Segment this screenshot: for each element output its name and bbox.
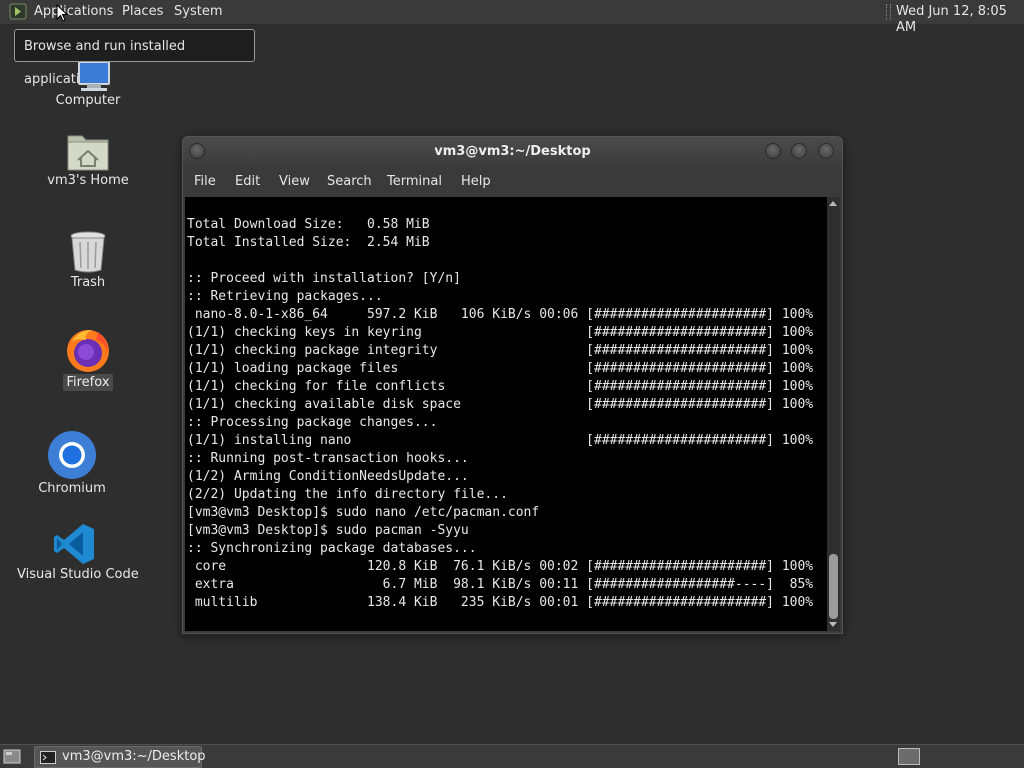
taskbar-button-terminal[interactable]: vm3@vm3:~/Desktop bbox=[34, 746, 206, 768]
terminal-line: [vm3@vm3 Desktop]$ sudo nano /etc/pacman… bbox=[187, 505, 540, 520]
menu-file[interactable]: File bbox=[194, 174, 216, 190]
vscode-icon bbox=[54, 524, 94, 564]
desktop-icon-home[interactable]: vm3's Home bbox=[43, 130, 133, 189]
terminal-line: [vm3@vm3 Desktop]$ sudo pacman -Syyu bbox=[187, 523, 469, 538]
computer-icon bbox=[78, 62, 110, 91]
window-titlebar[interactable]: vm3@vm3:~/Desktop bbox=[183, 137, 842, 167]
terminal-line: Total Download Size: 0.58 MiB bbox=[187, 217, 430, 232]
terminal-output[interactable]: Total Download Size: 0.58 MiB Total Inst… bbox=[185, 197, 827, 631]
desktop-icon-trash[interactable]: Trash bbox=[48, 230, 128, 291]
applications-menu[interactable]: Applications bbox=[34, 4, 113, 20]
menu-view[interactable]: View bbox=[279, 174, 310, 190]
desktop-icon-label: Trash bbox=[70, 275, 106, 290]
firefox-icon bbox=[67, 330, 109, 372]
scroll-up-arrow-icon[interactable] bbox=[829, 201, 837, 206]
terminal-line: :: Running post-transaction hooks... bbox=[187, 451, 469, 466]
home-folder-icon bbox=[67, 135, 109, 171]
terminal-icon bbox=[40, 751, 56, 764]
terminal-line: (2/2) Updating the info directory file..… bbox=[187, 487, 508, 502]
chromium-icon bbox=[48, 431, 96, 479]
top-panel: Applications Places System Wed Jun 12, 8… bbox=[0, 0, 1024, 35]
terminal-line: (1/1) loading package files [###########… bbox=[187, 361, 814, 376]
scroll-down-arrow-icon[interactable] bbox=[829, 622, 837, 627]
bottom-panel: vm3@vm3:~/Desktop bbox=[0, 744, 1024, 768]
terminal-window: vm3@vm3:~/Desktop File Edit View Search … bbox=[182, 136, 843, 634]
desktop-icon-firefox[interactable]: Firefox bbox=[48, 326, 128, 391]
close-button[interactable] bbox=[818, 143, 834, 159]
terminal-line: (1/1) checking package integrity [######… bbox=[187, 343, 814, 358]
maximize-button[interactable] bbox=[791, 143, 807, 159]
tooltip: Browse and run installed applications bbox=[14, 29, 255, 87]
terminal-line: core 120.8 KiB 76.1 KiB/s 00:02 [#######… bbox=[194, 559, 814, 574]
menu-search[interactable]: Search bbox=[327, 174, 372, 190]
terminal-line: :: Proceed with installation? [Y/n] bbox=[187, 271, 461, 286]
terminal-line: :: Retrieving packages... bbox=[187, 289, 383, 304]
terminal-scrollbar[interactable] bbox=[827, 197, 840, 631]
desktop-icon-computer[interactable]: Computer bbox=[48, 62, 128, 109]
places-menu[interactable]: Places bbox=[122, 4, 163, 20]
taskbar-button-label: vm3@vm3:~/Desktop bbox=[62, 749, 206, 764]
trash-icon bbox=[70, 231, 106, 273]
system-menu[interactable]: System bbox=[174, 4, 222, 20]
terminal-line: Total Installed Size: 2.54 MiB bbox=[187, 235, 430, 250]
terminal-line: (1/1) checking available disk space [###… bbox=[187, 397, 814, 412]
terminal-line: nano-8.0-1-x86_64 597.2 KiB 106 KiB/s 00… bbox=[194, 307, 814, 322]
terminal-line: extra 6.7 MiB 98.1 KiB/s 00:11 [########… bbox=[194, 577, 814, 592]
mouse-cursor-icon bbox=[56, 4, 68, 22]
desktop-icon-label: Chromium bbox=[38, 481, 106, 496]
desktop-icon-label: vm3's Home bbox=[47, 173, 129, 188]
terminal-line: (1/1) installing nano [#################… bbox=[187, 433, 814, 448]
applications-menu-icon[interactable] bbox=[9, 3, 27, 20]
desktop-icon-vscode[interactable]: Visual Studio Code bbox=[14, 522, 139, 583]
window-title: vm3@vm3:~/Desktop bbox=[434, 144, 591, 159]
menu-help[interactable]: Help bbox=[461, 174, 491, 190]
terminal-line: multilib 138.4 KiB 235 KiB/s 00:01 [####… bbox=[194, 595, 814, 610]
terminal-line: (1/1) checking for file conflicts [#####… bbox=[187, 379, 814, 394]
desktop-icon-label: Visual Studio Code bbox=[17, 567, 139, 582]
minimize-button[interactable] bbox=[765, 143, 781, 159]
desktop-icon-chromium[interactable]: Chromium bbox=[32, 430, 112, 497]
menu-edit[interactable]: Edit bbox=[235, 174, 260, 190]
panel-separator bbox=[886, 4, 891, 20]
desktop-icon-label: Computer bbox=[55, 93, 121, 108]
clock[interactable]: Wed Jun 12, 8:05 AM bbox=[896, 4, 1024, 36]
terminal-menubar: File Edit View Search Terminal Help bbox=[183, 167, 842, 197]
terminal-line: (1/1) checking keys in keyring [########… bbox=[187, 325, 814, 340]
show-desktop-icon[interactable] bbox=[3, 749, 21, 764]
terminal-text: Total Download Size: 0.58 MiB Total Inst… bbox=[185, 197, 827, 612]
workspace-switcher[interactable] bbox=[898, 748, 920, 765]
desktop-icon-label: Firefox bbox=[63, 374, 113, 391]
scrollbar-thumb[interactable] bbox=[829, 554, 838, 619]
terminal-line: :: Processing package changes... bbox=[187, 415, 438, 430]
terminal-line: (1/2) Arming ConditionNeedsUpdate... bbox=[187, 469, 469, 484]
terminal-line: :: Synchronizing package databases... bbox=[187, 541, 477, 556]
menu-terminal[interactable]: Terminal bbox=[387, 174, 442, 190]
